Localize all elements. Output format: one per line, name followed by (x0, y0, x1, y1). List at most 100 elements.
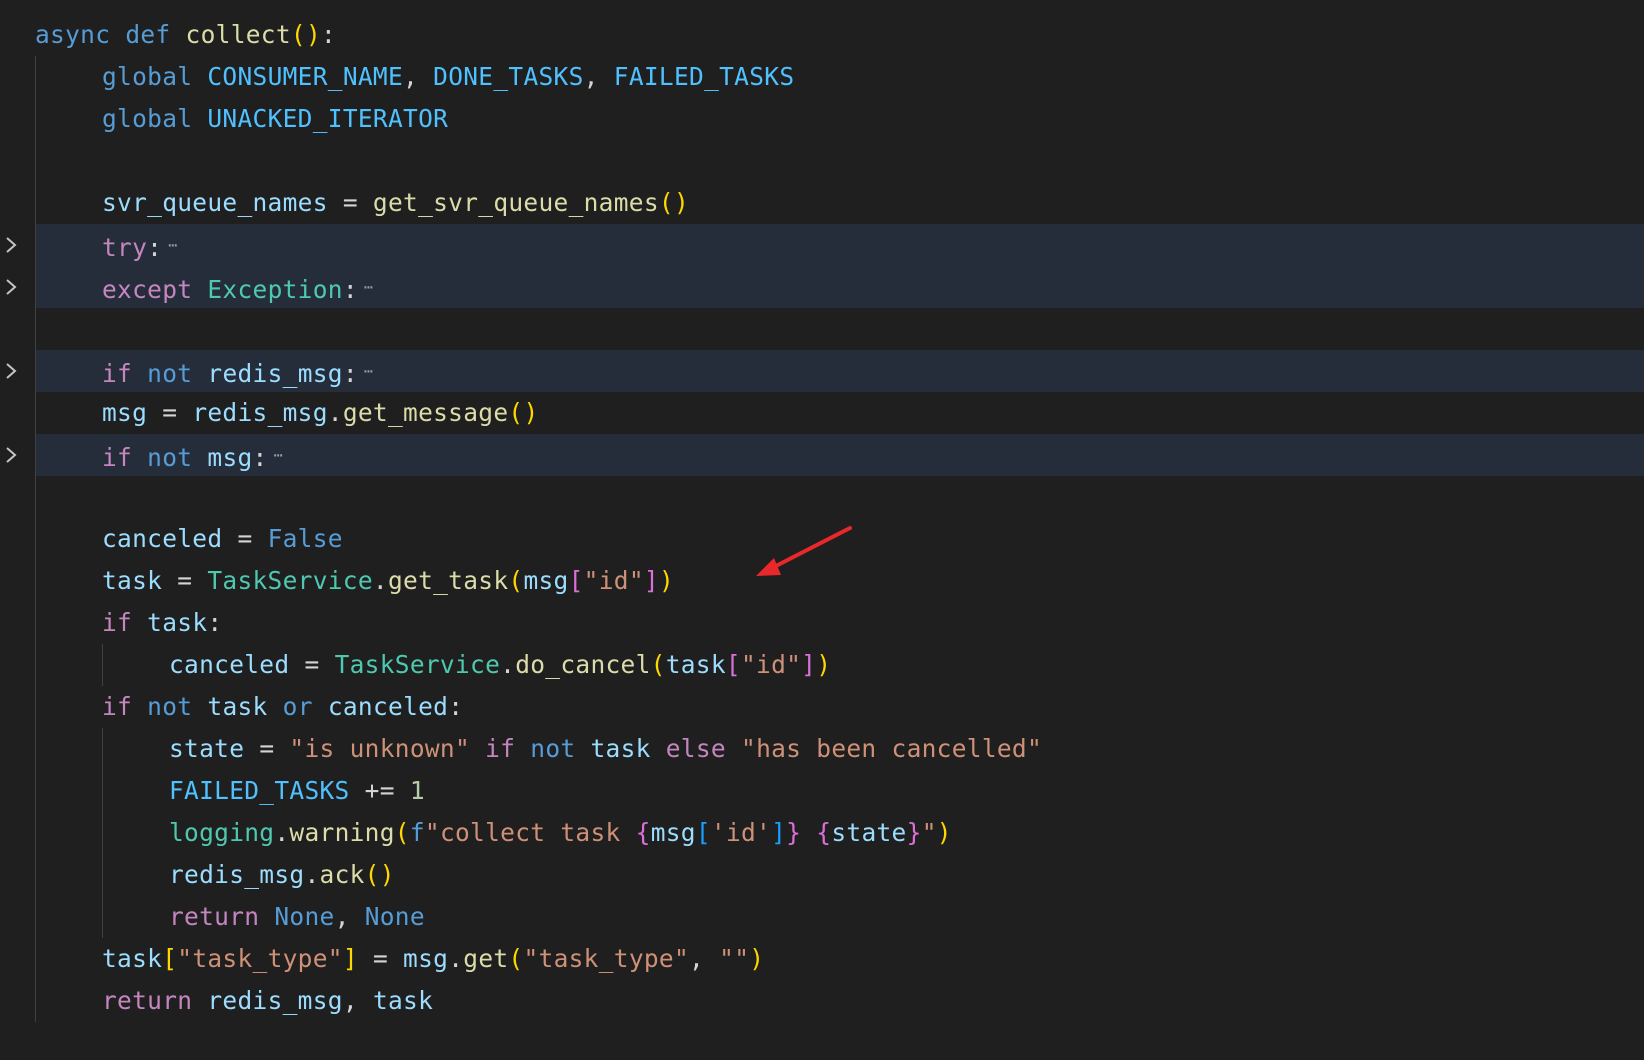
code-line[interactable]: svr_queue_names = get_svr_queue_names() (0, 182, 1644, 224)
code-token: not (530, 734, 576, 763)
code-line[interactable]: msg = redis_msg.get_message() (0, 392, 1644, 434)
code-text: try: ⋯ (102, 224, 177, 269)
code-line[interactable]: async def collect(): (0, 14, 1644, 56)
code-text: msg = redis_msg.get_message() (102, 392, 539, 434)
chevron-right-icon[interactable] (4, 350, 28, 392)
code-line[interactable]: state = "is unknown" if not task else "h… (0, 728, 1644, 770)
code-token: TaskService (207, 566, 373, 595)
code-line[interactable]: canceled = False (0, 518, 1644, 560)
folded-code-line[interactable]: except Exception: ⋯ (6, 266, 1644, 311)
folded-code-line[interactable]: try: ⋯ (6, 224, 1644, 269)
code-line[interactable]: if not task or canceled: (0, 686, 1644, 728)
code-token: if (485, 734, 516, 763)
code-token: ) (936, 818, 952, 847)
code-text: if task: (102, 602, 222, 644)
code-token: CONSUMER_NAME (207, 62, 404, 91)
code-token: if (102, 443, 133, 472)
code-token: canceled (102, 524, 223, 553)
code-line[interactable]: global UNACKED_ITERATOR (0, 98, 1644, 140)
code-line[interactable]: if task: (0, 602, 1644, 644)
code-token: = (289, 650, 335, 679)
code-token: if (102, 692, 133, 721)
code-token: , (334, 902, 365, 931)
code-line[interactable]: redis_msg.ack() (0, 854, 1644, 896)
code-token: = (162, 566, 208, 595)
code-line[interactable]: logging.warning(f"collect task {msg['id'… (0, 812, 1644, 854)
code-line[interactable]: return redis_msg, task (0, 980, 1644, 1022)
code-token: { (635, 818, 651, 847)
code-token: . (327, 398, 343, 427)
code-line[interactable] (0, 140, 1644, 182)
code-token: collect (185, 20, 291, 49)
code-text: logging.warning(f"collect task {msg['id'… (169, 812, 952, 854)
code-token: task (590, 734, 651, 763)
code-token: DONE_TASKS (433, 62, 584, 91)
code-token: ack (319, 860, 365, 889)
fold-ellipsis-icon[interactable]: ⋯ (364, 266, 373, 308)
code-token: ( (650, 650, 666, 679)
code-token: = (147, 398, 193, 427)
code-line[interactable]: task = TaskService.get_task(msg["id"]) (0, 560, 1644, 602)
code-text: except Exception: ⋯ (102, 266, 373, 311)
code-token: "task_type" (523, 944, 690, 973)
code-line[interactable]: canceled = TaskService.do_cancel(task["i… (0, 644, 1644, 686)
code-text: FAILED_TASKS += 1 (169, 770, 425, 812)
code-token: global (102, 104, 193, 133)
code-token: msg (207, 443, 253, 472)
code-token: if (102, 359, 133, 388)
code-line[interactable] (0, 308, 1644, 350)
code-token: [ (162, 944, 178, 973)
code-token: ( (508, 944, 524, 973)
code-token: , (583, 62, 614, 91)
code-token: redis_msg (207, 986, 343, 1015)
chevron-right-icon[interactable] (4, 266, 28, 308)
code-token: . (500, 650, 516, 679)
chevron-right-icon[interactable] (4, 224, 28, 266)
code-token: get_svr_queue_names (372, 188, 659, 217)
folded-code-line[interactable]: if not redis_msg: ⋯ (6, 350, 1644, 392)
code-line[interactable] (0, 476, 1644, 518)
code-token: None (364, 902, 425, 931)
code-token: else (665, 734, 726, 763)
folded-code-line[interactable]: if not msg: ⋯ (6, 434, 1644, 476)
code-text: svr_queue_names = get_svr_queue_names() (102, 182, 689, 224)
code-token: () (290, 20, 322, 49)
code-token: [ (568, 566, 584, 595)
code-token: = (327, 188, 373, 217)
code-token: : (321, 20, 337, 49)
code-token: logging (169, 818, 275, 847)
code-token: def (125, 20, 171, 49)
code-token: "id" (583, 566, 644, 595)
code-line[interactable]: FAILED_TASKS += 1 (0, 770, 1644, 812)
fold-ellipsis-icon[interactable]: ⋯ (168, 224, 177, 266)
indent-guide (102, 728, 103, 938)
code-token: UNACKED_ITERATOR (207, 104, 449, 133)
code-line[interactable]: global CONSUMER_NAME, DONE_TASKS, FAILED… (0, 56, 1644, 98)
fold-ellipsis-icon[interactable]: ⋯ (274, 434, 283, 476)
code-token: "id" (740, 650, 802, 679)
code-line[interactable]: return None, None (0, 896, 1644, 938)
code-text: redis_msg.ack() (169, 854, 395, 896)
code-token: . (274, 818, 290, 847)
code-text: canceled = False (102, 518, 343, 560)
code-token: None (274, 902, 335, 931)
code-line[interactable]: task["task_type"] = msg.get("task_type",… (0, 938, 1644, 980)
chevron-right-icon[interactable] (4, 434, 28, 476)
code-token: state (169, 734, 245, 763)
code-editor[interactable]: async def collect(): global CONSUMER_NAME… (0, 0, 1644, 1060)
code-token: async (35, 20, 111, 49)
code-token: svr_queue_names (102, 188, 328, 217)
code-token: False (267, 524, 343, 553)
code-token: state (831, 818, 907, 847)
fold-ellipsis-icon[interactable]: ⋯ (364, 350, 373, 392)
